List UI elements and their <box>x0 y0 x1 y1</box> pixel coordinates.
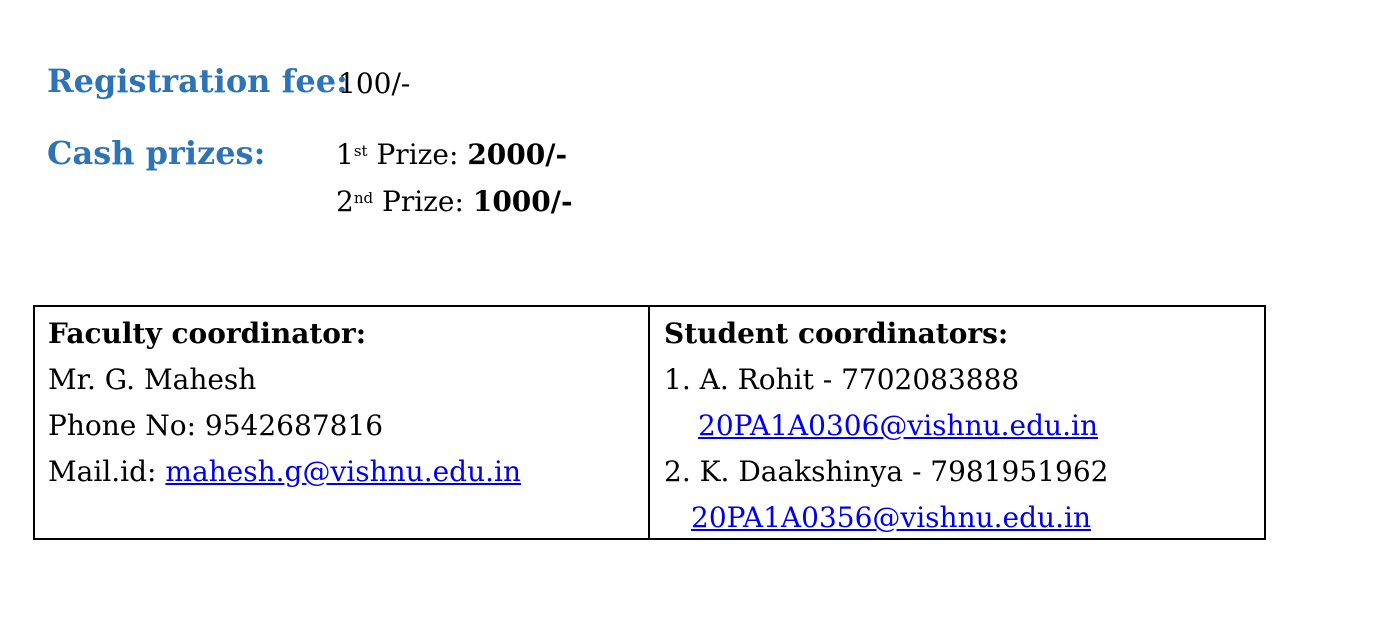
student-coordinator-2: 2. K. Daakshinya - 7981951962 <box>664 455 1109 488</box>
student-coordinator-2-email-link[interactable]: 20PA1A0356@vishnu.edu.in <box>691 501 1091 534</box>
first-prize-number: 1 <box>336 138 354 171</box>
faculty-coordinator-name: Mr. G. Mahesh <box>48 363 257 396</box>
student-coordinator-1-email-line: 20PA1A0306@vishnu.edu.in <box>664 403 1252 449</box>
faculty-coordinator-heading: Faculty coordinator: <box>48 317 367 350</box>
faculty-mail-label: Mail.id: <box>48 455 166 488</box>
second-prize-ordinal: nd <box>353 189 374 207</box>
registration-fee-value: 100/- <box>338 67 411 100</box>
student-coordinator-2-email-line: 20PA1A0356@vishnu.edu.in <box>664 495 1252 541</box>
second-prize-label: Prize: <box>373 185 473 218</box>
second-prize-line: 2nd Prize: 1000/- <box>336 185 573 219</box>
second-prize-number: 2 <box>336 185 354 218</box>
faculty-coordinator-mail: Mail.id: mahesh.g@vishnu.edu.in <box>48 449 636 495</box>
student-coordinators-cell: Student coordinators: 1. A. Rohit - 7702… <box>650 307 1264 538</box>
faculty-coordinator-cell: Faculty coordinator: Mr. G. Mahesh Phone… <box>35 307 650 538</box>
student-coordinator-1-email-link[interactable]: 20PA1A0306@vishnu.edu.in <box>698 409 1098 442</box>
student-coordinators-heading: Student coordinators: <box>664 317 1009 350</box>
second-prize-amount: 1000/- <box>472 185 573 218</box>
first-prize-ordinal: st <box>353 142 368 160</box>
coordinators-table: Faculty coordinator: Mr. G. Mahesh Phone… <box>33 305 1266 540</box>
first-prize-label: Prize: <box>367 138 468 171</box>
faculty-coordinator-phone: Phone No: 9542687816 <box>48 409 384 442</box>
first-prize-amount: 2000/- <box>467 138 568 171</box>
faculty-email-link[interactable]: mahesh.g@vishnu.edu.in <box>165 455 521 488</box>
first-prize-line: 1st Prize: 2000/- <box>336 138 567 172</box>
student-coordinator-1: 1. A. Rohit - 7702083888 <box>664 363 1020 396</box>
registration-fee-label: Registration fee: <box>47 62 348 100</box>
cash-prizes-label: Cash prizes: <box>47 134 266 172</box>
